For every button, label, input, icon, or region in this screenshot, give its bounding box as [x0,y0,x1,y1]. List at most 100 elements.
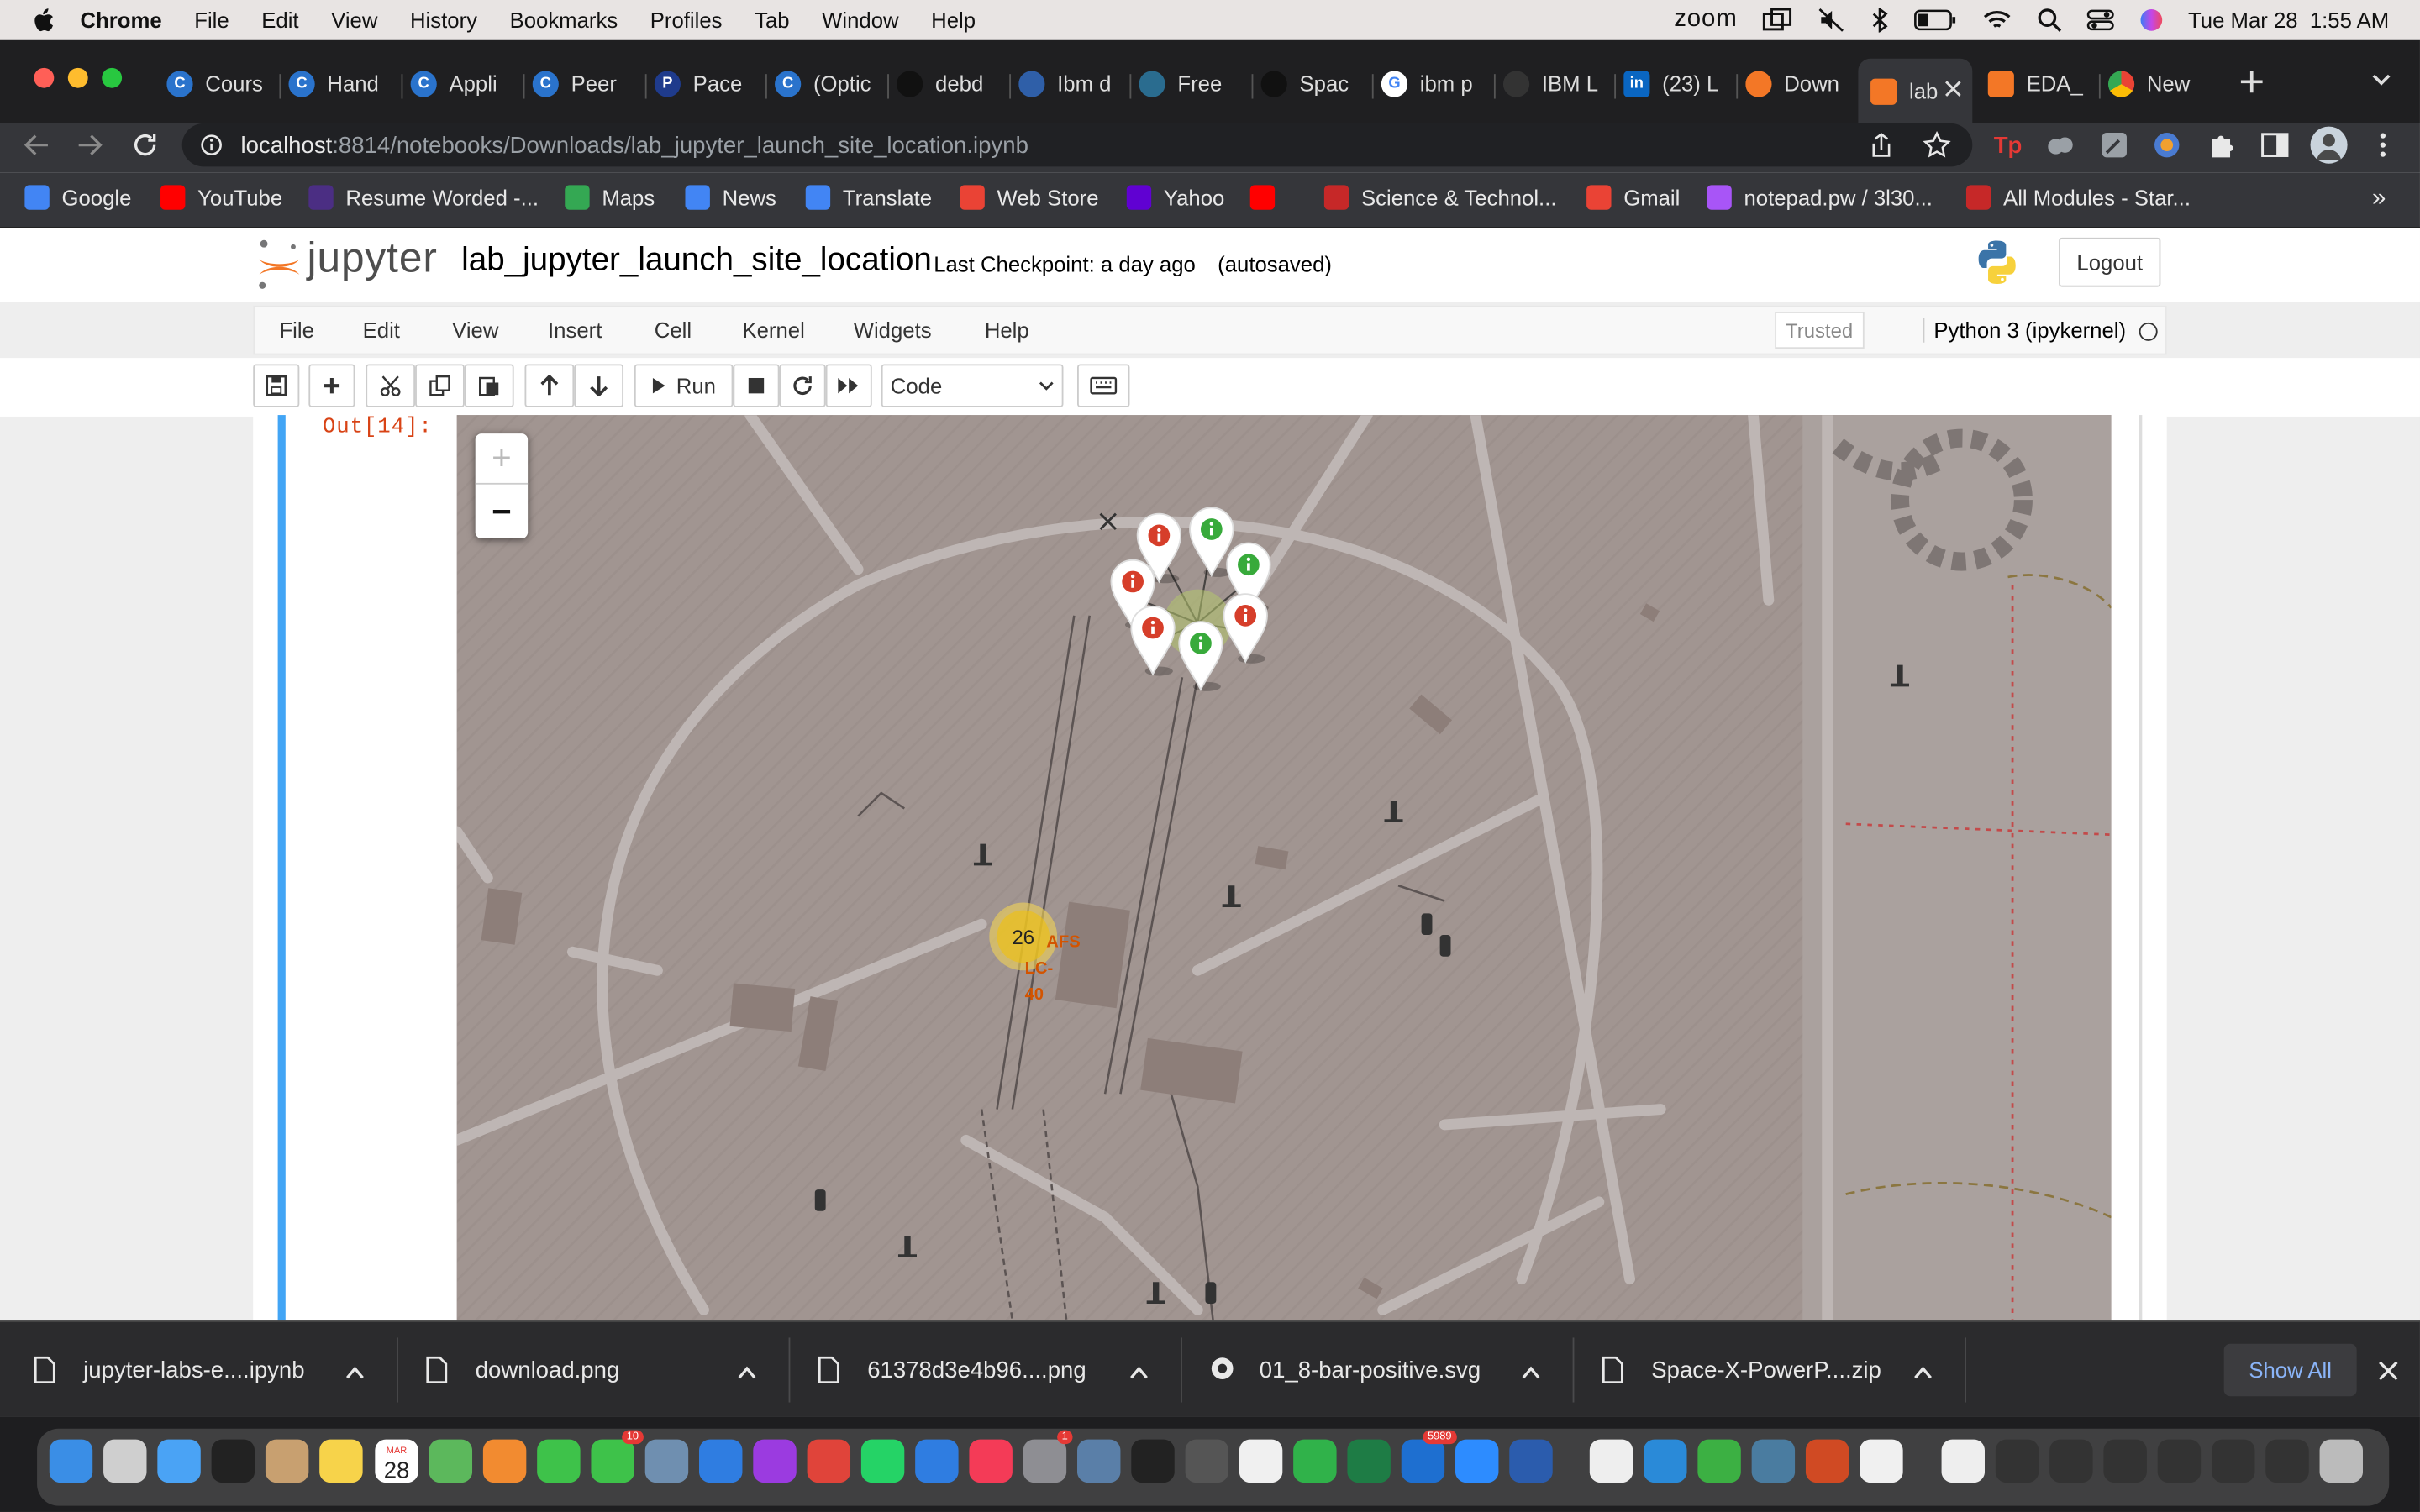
menu-app-chrome[interactable]: Chrome [81,8,162,32]
dock-contacts-icon[interactable] [265,1439,309,1483]
dock-calendar-icon[interactable]: MAR 28 [375,1439,418,1483]
show-all-downloads-button[interactable]: Show All [2223,1343,2357,1397]
chevron-up-icon[interactable] [345,1359,367,1379]
zoom-out-button[interactable]: − [476,486,528,538]
interrupt-button[interactable] [733,364,780,407]
folium-map[interactable]: + − 26 AFS LC- 40 [456,415,2112,1321]
launch-marker-success[interactable] [1176,619,1226,693]
dock-textedit-icon[interactable] [1589,1439,1634,1483]
forward-button[interactable] [74,129,105,160]
chevron-up-icon[interactable] [1129,1359,1151,1379]
menu-view[interactable]: View [331,8,377,32]
dock-window-thumb-icon[interactable] [2265,1439,2309,1483]
side-panel-icon[interactable] [2260,129,2291,160]
download-item[interactable]: Space-X-PowerP....zip [1602,1322,1965,1418]
close-tab-icon[interactable] [1944,77,1963,97]
zoom-in-button[interactable]: + [475,433,529,485]
battery-icon[interactable] [1913,9,1956,31]
bookmark-item[interactable]: Web Store [960,185,1099,210]
site-info-icon[interactable] [201,134,223,156]
address-bar[interactable]: localhost:8814/notebooks/Downloads/lab_j… [182,123,1973,167]
dock-music-icon[interactable] [969,1439,1013,1483]
cell-type-select[interactable]: Code [881,364,1064,407]
download-item[interactable]: 01_8-bar-positive.svg [1210,1322,1573,1418]
chevron-up-icon[interactable] [1914,1359,1936,1379]
nb-menu-help[interactable]: Help [985,318,1029,342]
nb-menu-cell[interactable]: Cell [655,318,692,342]
apple-icon[interactable] [28,6,59,34]
bookmark-item[interactable]: Gmail [1586,185,1680,210]
dock-trash-icon[interactable] [2319,1439,2363,1483]
tab-search-chevron-icon[interactable] [2369,68,2393,92]
tab-11[interactable]: IBM L [1502,61,1612,104]
run-button[interactable]: Run [634,364,734,407]
dock-mail-icon[interactable] [157,1439,201,1483]
chevron-up-icon[interactable] [1522,1359,1544,1379]
back-button[interactable] [22,129,53,160]
dock-window-thumb-icon[interactable] [2211,1439,2255,1483]
menu-help[interactable]: Help [931,8,976,32]
tab-6[interactable]: debd [897,61,1005,104]
dock-excel-icon[interactable] [1347,1439,1391,1483]
map-basemap[interactable] [456,415,2112,1321]
tab-13[interactable]: Down [1745,61,1854,104]
dock-launchpad-icon[interactable] [103,1439,147,1483]
notebook-title[interactable]: lab_jupyter_launch_site_location [461,242,932,279]
chrome-menu-icon[interactable] [2374,129,2392,160]
menu-edit[interactable]: Edit [261,8,298,32]
extension-tp-icon[interactable]: Tp [1991,129,2024,160]
tab-3[interactable]: C Peer [532,61,641,104]
wifi-icon[interactable] [1981,8,2012,32]
menu-tab[interactable]: Tab [755,8,789,32]
bookmark-item[interactable]: notepad.pw / 3l30... [1707,185,1933,210]
move-up-button[interactable] [524,364,575,407]
jupyter-brand[interactable]: jupyter [308,234,438,282]
menu-bookmarks[interactable]: Bookmarks [510,8,618,32]
trusted-indicator[interactable]: Trusted [1775,312,1864,349]
launch-marker-failure[interactable] [1128,603,1178,677]
dock-document-icon[interactable] [1941,1439,1985,1483]
command-palette-button[interactable] [1077,364,1130,407]
bookmarks-overflow-button[interactable]: » [2372,185,2386,213]
dock-anaconda-icon[interactable] [1697,1439,1741,1483]
restart-run-all-button[interactable] [825,364,872,407]
tab-1[interactable]: C Hand [288,61,397,104]
download-item[interactable]: 61378d3e4b96....png [818,1322,1181,1418]
dock-messages-icon[interactable] [591,1439,634,1483]
dock-chrome-icon[interactable] [1860,1439,1903,1483]
dock-window-thumb-icon[interactable] [2049,1439,2093,1483]
dock-finder-icon[interactable] [49,1439,93,1483]
bookmark-item[interactable]: Google [24,185,131,210]
bookmark-star-icon[interactable] [1923,131,1951,159]
bookmark-item[interactable]: Yahoo [1126,185,1224,210]
dock-safari-icon[interactable] [699,1439,743,1483]
dock-mission-control-icon[interactable] [211,1439,255,1483]
maximize-window-button[interactable] [102,67,123,88]
share-icon[interactable] [1870,133,1892,157]
dock-notes-icon[interactable] [319,1439,363,1483]
minimize-window-button[interactable] [67,67,88,88]
tab-14[interactable]: lab [1858,58,1973,123]
extension-pen-icon[interactable] [2099,129,2130,160]
menu-window[interactable]: Window [822,8,898,32]
tab-2[interactable]: C Appli [410,61,519,104]
dock-word-icon[interactable] [1509,1439,1553,1483]
move-down-button[interactable] [574,364,624,407]
dock-vscode-icon[interactable] [1644,1439,1687,1483]
dock-calculator-icon[interactable] [1185,1439,1229,1483]
new-tab-button[interactable] [2235,65,2269,98]
tab-16[interactable]: New [2107,61,2217,104]
nb-menu-view[interactable]: View [452,318,498,342]
cut-button[interactable] [366,364,416,407]
menu-file[interactable]: File [194,8,229,32]
nb-menu-file[interactable]: File [279,318,313,342]
dock-facetime-icon[interactable] [537,1439,581,1483]
menu-profiles[interactable]: Profiles [650,8,723,32]
nb-menu-insert[interactable]: Insert [548,318,602,342]
tab-8[interactable]: Free [1139,61,1247,104]
dock-maps-icon[interactable] [429,1439,473,1483]
tab-10[interactable]: Gibm p [1381,61,1490,104]
insert-cell-button[interactable] [308,364,355,407]
bookmark-item[interactable]: YouTube [160,185,282,210]
bluetooth-icon[interactable] [1870,8,1889,33]
